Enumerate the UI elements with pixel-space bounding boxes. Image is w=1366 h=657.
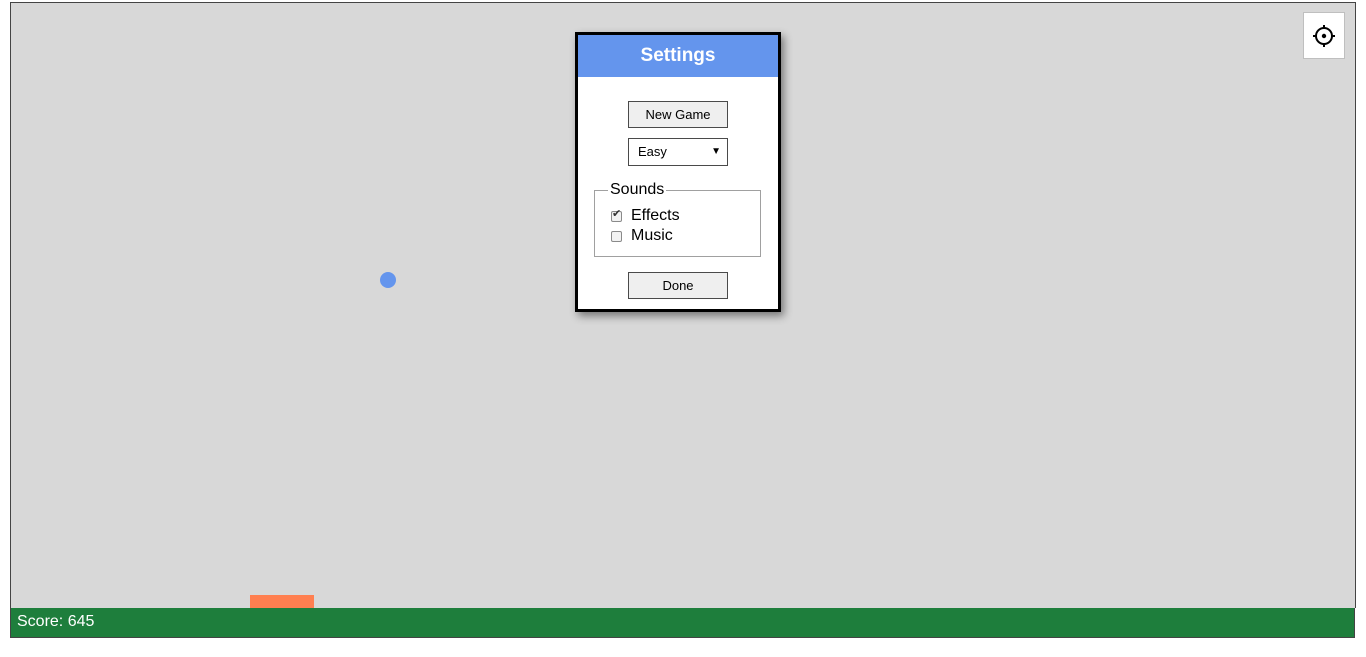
dialog-title: Settings [578,35,778,77]
sounds-fieldset: Sounds ✔ Effects Music [594,181,761,257]
checkmark-icon: ✔ [612,207,622,220]
music-label: Music [631,227,673,244]
settings-dialog: Settings New Game Easy ▼ Sounds ✔ Effect… [575,32,781,312]
difficulty-select[interactable]: Easy ▼ [628,138,728,166]
effects-label: Effects [631,207,680,224]
score-bar: Score: 645 [10,608,1355,638]
music-option[interactable]: Music [611,226,673,246]
settings-button[interactable] [1303,12,1345,59]
sounds-legend: Sounds [608,181,667,199]
ball [380,272,396,288]
done-button[interactable]: Done [628,272,728,299]
effects-checkbox[interactable]: ✔ [611,208,622,222]
music-checkbox[interactable] [611,230,622,242]
gear-icon [1313,24,1335,47]
effects-option[interactable]: ✔ Effects [611,206,680,226]
new-game-button[interactable]: New Game [628,101,728,128]
score-text: Score: 645 [17,613,95,630]
difficulty-selected-value: Easy [638,144,667,159]
dropdown-arrow-icon: ▼ [711,146,721,157]
